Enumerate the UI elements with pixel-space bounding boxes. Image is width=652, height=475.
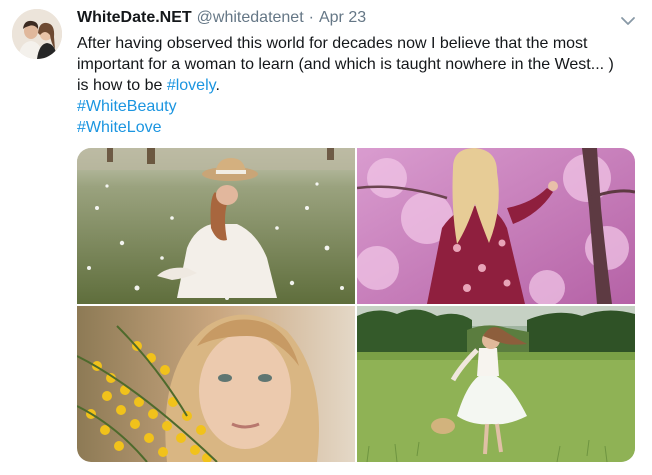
tweet-text-line: important for a woman to learn (and whic… — [77, 56, 614, 73]
photo-meadow-hat[interactable] — [77, 148, 355, 304]
tweet-header: WhiteDate.NET @whitedatenet · Apr 23 — [77, 9, 366, 31]
photo-mimosa-portrait[interactable] — [77, 306, 355, 462]
tweet-text: After having observed this world for dec… — [77, 33, 637, 138]
media-grid — [77, 148, 635, 462]
photo-field-twirl[interactable] — [357, 306, 635, 462]
avatar[interactable] — [12, 9, 62, 59]
tweet-text-suffix: . — [215, 77, 220, 94]
hashtag-link-lovely[interactable]: #lovely — [167, 77, 216, 94]
header-separator: · — [308, 9, 314, 26]
display-name[interactable]: WhiteDate.NET — [77, 9, 192, 27]
tweet-text-line: is how to be — [77, 77, 167, 94]
tweet: WhiteDate.NET @whitedatenet · Apr 23 Aft… — [0, 0, 652, 475]
user-handle[interactable]: @whitedatenet — [197, 9, 304, 27]
hashtag-link-whitebeauty[interactable]: #WhiteBeauty — [77, 96, 637, 117]
photo-pink-blossoms[interactable] — [357, 148, 635, 304]
tweet-text-line-with-hashtag: is how to be #lovely. — [77, 75, 637, 96]
hashtag-link-whitelove[interactable]: #WhiteLove — [77, 117, 637, 138]
tweet-text-line: After having observed this world for dec… — [77, 35, 588, 52]
tweet-date[interactable]: Apr 23 — [319, 9, 366, 27]
chevron-down-icon[interactable] — [618, 12, 638, 30]
